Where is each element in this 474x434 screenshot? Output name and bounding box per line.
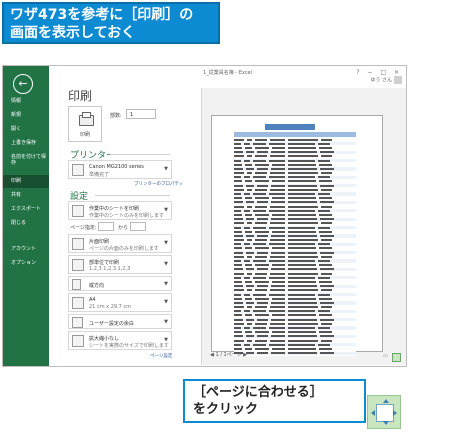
sidebar-item-account[interactable]: アカウント: [3, 246, 49, 259]
sidebar-item-save-as[interactable]: 名前を付けて保存: [3, 154, 49, 172]
sidebar-item-share[interactable]: 共有: [3, 192, 49, 205]
callout-line-1: ワザ473を参考に［印刷］の: [10, 7, 194, 23]
setting-desc: 1,2,3 1,2,3 1,2,3: [89, 266, 131, 272]
setting-label: A4: [89, 297, 96, 303]
setting-label: 片面印刷: [89, 239, 110, 245]
section-divider: [95, 195, 170, 196]
chevron-down-icon: ▼: [164, 337, 168, 343]
sheet-icon: [72, 205, 84, 217]
chevron-down-icon: ▼: [164, 166, 168, 172]
sidebar-item-close[interactable]: 閉じる: [3, 220, 49, 233]
orientation-dropdown[interactable]: 縦方向 ▼: [68, 276, 172, 291]
chevron-down-icon: ▼: [164, 207, 168, 213]
copies-input[interactable]: 1: [126, 109, 156, 119]
setting-desc: ページの片面のみを印刷します: [89, 246, 159, 252]
setting-desc: 作業中のシートのみを印刷します: [89, 213, 165, 219]
page-title: 印刷: [68, 89, 93, 103]
page-setup-link[interactable]: ページ設定: [150, 353, 172, 359]
setting-label: 縦方向: [89, 283, 105, 289]
printer-dropdown[interactable]: Canon MG2100 series 準備完了 ▼: [68, 160, 172, 179]
back-arrow-icon[interactable]: ←: [13, 74, 33, 94]
user-name: ゆう さん: [370, 77, 392, 84]
print-button[interactable]: 印刷: [68, 106, 102, 142]
pages-to-input[interactable]: [130, 222, 146, 231]
chevron-down-icon: ▼: [164, 281, 168, 287]
sheet-rows: [234, 138, 356, 356]
setting-desc: シートを実際のサイズで印刷します: [89, 343, 169, 349]
sheet-row: [234, 351, 356, 356]
current-page[interactable]: 1: [215, 352, 218, 358]
print-what-dropdown[interactable]: 作業中のシートを印刷 作業中のシートのみを印刷します ▼: [68, 201, 172, 220]
printer-status: 準備完了: [89, 172, 110, 178]
collate-icon: [72, 259, 84, 271]
callout-line-1: ［ページに合わせる］: [193, 385, 323, 400]
sidebar-item-new[interactable]: 新規: [3, 112, 49, 125]
setting-label: 部単位で印刷: [89, 260, 120, 266]
paper-size-dropdown[interactable]: A4 21 cm x 29.7 cm ▼: [68, 293, 172, 312]
window-title: 1_従業員名簿 - Excel: [203, 70, 252, 76]
margins-dropdown[interactable]: ユーザー設定の余白 ▼: [68, 314, 172, 329]
setting-label: 拡大縮小なし: [89, 336, 120, 342]
setting-label: 作業中のシートを印刷: [89, 206, 140, 212]
callout-line-2: をクリック: [193, 402, 259, 417]
one-sided-icon: [72, 238, 84, 250]
callout-line-2: 画面を表示しておく: [10, 25, 136, 41]
avatar: [394, 76, 402, 84]
sides-dropdown[interactable]: 片面印刷 ページの片面のみを印刷します ▼: [68, 234, 172, 253]
sidebar-item-print[interactable]: 印刷: [3, 175, 49, 188]
portrait-icon: [72, 279, 81, 290]
collation-dropdown[interactable]: 部単位で印刷 1,2,3 1,2,3 1,2,3 ▼: [68, 255, 172, 274]
zoom-to-page-button[interactable]: [392, 353, 401, 362]
section-divider: [110, 154, 170, 155]
printer-icon: [79, 112, 94, 126]
sidebar-item-export[interactable]: エクスポート: [3, 206, 49, 219]
pages-label: ページ指定:: [70, 225, 97, 231]
show-margins-icon[interactable]: ▭: [383, 353, 390, 362]
instruction-callout: ワザ473を参考に［印刷］の 画面を表示しておく: [2, 2, 220, 44]
chevron-down-icon: ▼: [164, 240, 168, 246]
page-total: / 1ページ: [220, 352, 242, 358]
scaling-dropdown[interactable]: 拡大縮小なし シートを実際のサイズで印刷します ▼: [68, 331, 172, 350]
chevron-down-icon: ▼: [164, 319, 168, 325]
printer-properties-link[interactable]: プリンターのプロパティ: [134, 181, 183, 187]
scaling-icon: [72, 335, 84, 347]
margins-icon: [72, 317, 83, 328]
page-navigator[interactable]: ◀ 1 / 1ページ ▶: [210, 351, 247, 358]
window-controls[interactable]: ? − □ ×: [356, 69, 402, 76]
sheet-title-cell: [265, 124, 315, 130]
printer-name: Canon MG2100 series: [89, 164, 144, 170]
sheet-header-row: [234, 132, 356, 137]
sidebar-item-open[interactable]: 開く: [3, 126, 49, 139]
sidebar-item-options[interactable]: オプション: [3, 260, 49, 273]
click-callout: ［ページに合わせる］ をクリック: [183, 379, 366, 423]
chevron-down-icon: ▼: [164, 299, 168, 305]
paper-icon: [72, 297, 84, 309]
user-account[interactable]: ゆう さん: [370, 76, 402, 84]
sidebar-item-info[interactable]: 情報: [3, 98, 49, 111]
printer-icon: [72, 164, 84, 176]
setting-desc: 21 cm x 29.7 cm: [89, 304, 132, 310]
copies-label: 部数:: [110, 113, 122, 119]
pages-to-label: から: [118, 225, 129, 231]
zoom-to-page-icon: [367, 395, 401, 429]
pages-from-input[interactable]: [98, 222, 114, 231]
print-button-label: 印刷: [79, 132, 90, 138]
sidebar-item-save[interactable]: 上書き保存: [3, 140, 49, 153]
setting-label: ユーザー設定の余白: [89, 321, 134, 327]
chevron-down-icon: ▼: [164, 261, 168, 267]
backstage-sidebar: ← 情報 新規 開く 上書き保存 名前を付けて保存 印刷 共有 エクスポート 閉…: [3, 66, 49, 366]
